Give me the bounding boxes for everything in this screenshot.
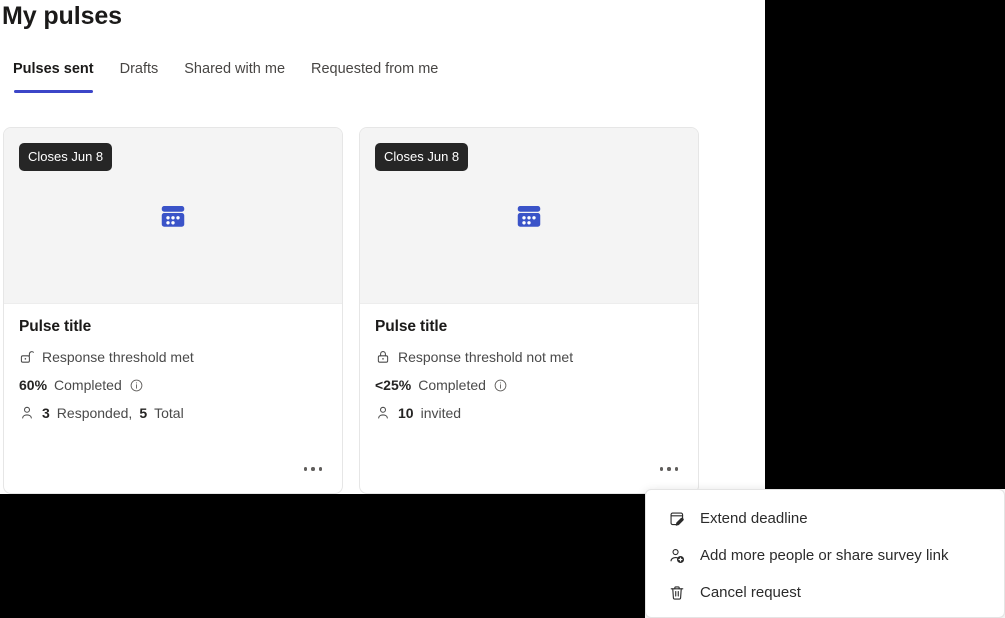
card-title: Pulse title: [19, 318, 327, 336]
tab-shared-with-me[interactable]: Shared with me: [171, 55, 298, 83]
tab-bar: Pulses sent Drafts Shared with me Reques…: [0, 55, 451, 83]
threshold-text: Response threshold met: [42, 349, 194, 365]
ellipsis-dot: [660, 467, 664, 471]
card-media: Closes Jun 8: [360, 128, 698, 304]
ellipsis-dot: [675, 467, 679, 471]
tab-label: Pulses sent: [13, 61, 94, 77]
page-title: My pulses: [2, 2, 122, 31]
total-value: 5: [139, 405, 147, 421]
menu-item-extend-deadline[interactable]: Extend deadline: [646, 500, 1004, 537]
app-root: My pulses Pulses sent Drafts Shared with…: [0, 0, 1005, 618]
card-body: Pulse title Response threshold not met <…: [360, 304, 698, 421]
menu-item-add-people-share-link[interactable]: Add more people or share survey link: [646, 537, 1004, 574]
trash-icon: [668, 584, 686, 602]
completion-value: 60%: [19, 377, 47, 393]
card-more-options-button[interactable]: [298, 458, 328, 480]
lock-closed-icon: [375, 349, 391, 365]
total-label: Total: [154, 405, 184, 421]
tab-active-indicator: [14, 90, 93, 93]
invited-label: invited: [421, 405, 461, 421]
ellipsis-dot: [667, 467, 671, 471]
tab-requested-from-me[interactable]: Requested from me: [298, 55, 451, 83]
lock-open-icon: [19, 349, 35, 365]
tab-drafts[interactable]: Drafts: [107, 55, 172, 83]
completion-label: Completed: [54, 377, 122, 393]
status-badge: Closes Jun 8: [375, 143, 468, 171]
tab-label: Drafts: [120, 61, 159, 77]
card-title: Pulse title: [375, 318, 683, 336]
threshold-text: Response threshold not met: [398, 349, 573, 365]
card-media: Closes Jun 8: [4, 128, 342, 304]
occluded-region-bottom: [0, 494, 645, 618]
threshold-row: Response threshold not met: [375, 349, 683, 365]
ellipsis-dot: [304, 467, 308, 471]
person-icon: [19, 405, 35, 421]
menu-item-label: Add more people or share survey link: [700, 547, 948, 564]
tab-label: Shared with me: [184, 61, 285, 77]
completion-value: <25%: [375, 377, 411, 393]
info-icon[interactable]: [493, 378, 508, 393]
occluded-region-right: [765, 0, 1005, 489]
calendar-grid-icon: [514, 201, 544, 231]
person-add-icon: [668, 547, 686, 565]
completion-row: 60% Completed: [19, 377, 327, 393]
card-context-menu: Extend deadline Add more people or share…: [645, 489, 1005, 618]
pulse-card[interactable]: Closes Jun 8 Pulse title: [3, 127, 343, 494]
completion-label: Completed: [418, 377, 486, 393]
pulse-card[interactable]: Closes Jun 8 Pulse title: [359, 127, 699, 494]
status-badge: Closes Jun 8: [19, 143, 112, 171]
calendar-grid-icon: [158, 201, 188, 231]
menu-item-label: Extend deadline: [700, 510, 808, 527]
info-icon[interactable]: [129, 378, 144, 393]
completion-row: <25% Completed: [375, 377, 683, 393]
person-icon: [375, 405, 391, 421]
threshold-row: Response threshold met: [19, 349, 327, 365]
menu-item-cancel-request[interactable]: Cancel request: [646, 574, 1004, 611]
calendar-edit-icon: [668, 510, 686, 528]
invited-value: 10: [398, 405, 414, 421]
card-more-options-button[interactable]: [654, 458, 684, 480]
tab-label: Requested from me: [311, 61, 438, 77]
ellipsis-dot: [311, 467, 315, 471]
card-body: Pulse title Response threshold met 60% C…: [4, 304, 342, 421]
ellipsis-dot: [319, 467, 323, 471]
responded-value: 3: [42, 405, 50, 421]
respondents-row: 3 Responded, 5 Total: [19, 405, 327, 421]
menu-item-label: Cancel request: [700, 584, 801, 601]
responded-label: Responded,: [57, 405, 133, 421]
invited-row: 10 invited: [375, 405, 683, 421]
tab-pulses-sent[interactable]: Pulses sent: [0, 55, 107, 83]
